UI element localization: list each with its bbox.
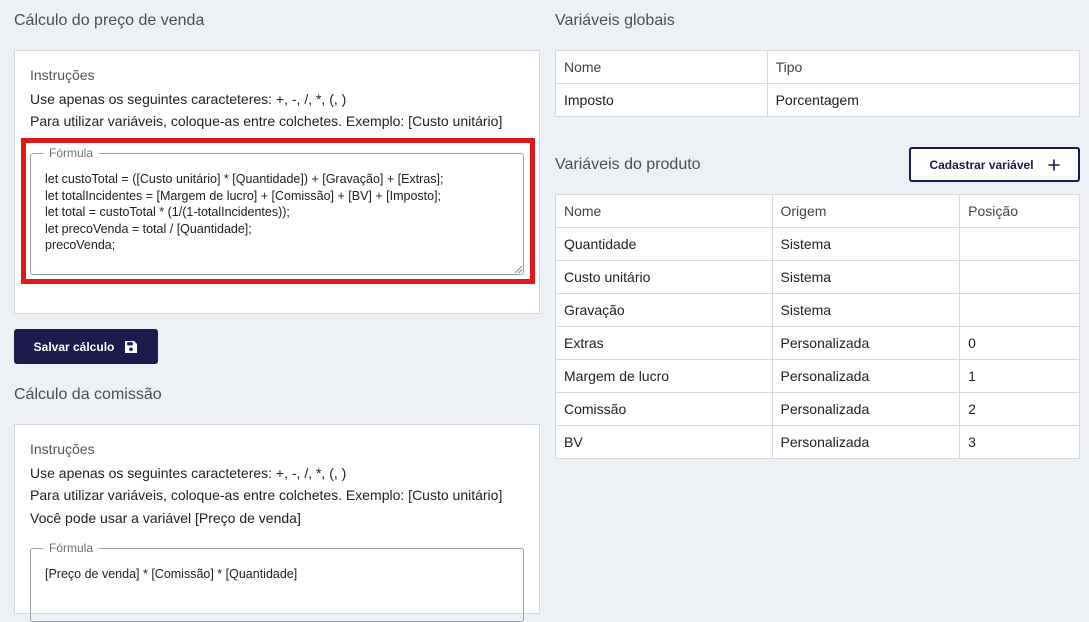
table-cell: Quantidade	[555, 227, 773, 261]
product-variables-table: Nome Origem Posição Quantidade Sistema C…	[555, 194, 1080, 459]
table-cell: Personalizada	[771, 392, 961, 426]
commission-formula-input[interactable]	[45, 566, 517, 617]
table-row: BV Personalizada 3	[555, 425, 1080, 459]
add-variable-label: Cadastrar variável	[929, 157, 1034, 172]
table-cell: 2	[959, 392, 1080, 426]
save-calculation-label: Salvar cálculo	[33, 339, 115, 354]
global-variables-table: Nome Tipo Imposto Porcentagem	[555, 50, 1081, 117]
table-row: Extras Personalizada 0	[555, 326, 1080, 360]
table-cell: Personalizada	[771, 326, 961, 360]
table-cell: Porcentagem	[766, 83, 1081, 117]
save-calculation-button[interactable]: Salvar cálculo	[14, 329, 158, 364]
global-variables-title: Variáveis globais	[555, 12, 675, 29]
table-cell: Custo unitário	[555, 260, 773, 294]
product-variables-title: Variáveis do produto	[555, 156, 701, 173]
table-cell: 0	[959, 326, 1080, 360]
column-header: Tipo	[766, 50, 1081, 84]
sale-price-instructions-title: Instruções	[30, 67, 95, 83]
sale-price-instruction-line: Use apenas os seguintes caracteteres: +,…	[30, 91, 347, 107]
column-header: Nome	[555, 194, 773, 228]
table-cell	[959, 227, 1080, 261]
sale-price-formula-input[interactable]	[45, 171, 517, 270]
table-cell: Sistema	[771, 260, 961, 294]
commission-instruction-line: Para utilizar variáveis, coloque-as entr…	[30, 487, 503, 503]
sale-price-formula-label: Fórmula	[49, 146, 94, 160]
sale-price-title: Cálculo do preço de venda	[14, 12, 205, 29]
table-cell	[959, 293, 1080, 327]
plus-icon	[1048, 159, 1060, 170]
table-cell: Personalizada	[771, 359, 961, 393]
column-header: Nome	[555, 50, 768, 84]
table-cell: 3	[959, 425, 1080, 459]
add-variable-button[interactable]: Cadastrar variável	[909, 147, 1080, 182]
table-row: Custo unitário Sistema	[555, 260, 1080, 294]
table-cell: Imposto	[555, 83, 768, 117]
floppy-disk-icon	[125, 340, 138, 353]
sale-price-formula-field: Fórmula	[30, 147, 524, 275]
column-header: Origem	[771, 194, 961, 228]
table-cell: Personalizada	[771, 425, 961, 459]
commission-instruction-line: Você pode usar a variável [Preço de vend…	[30, 510, 301, 526]
table-row: Margem de lucro Personalizada 1	[555, 359, 1080, 393]
table-row: Comissão Personalizada 2	[555, 392, 1080, 426]
sale-price-instruction-line: Para utilizar variáveis, coloque-as entr…	[30, 113, 503, 129]
table-cell: Margem de lucro	[555, 359, 773, 393]
table-cell	[959, 260, 1080, 294]
table-row: Gravação Sistema	[555, 293, 1080, 327]
resize-grip-icon[interactable]	[515, 266, 522, 273]
column-header: Posição	[959, 194, 1080, 228]
table-cell: Extras	[555, 326, 773, 360]
table-cell: 1	[959, 359, 1080, 393]
commission-title: Cálculo da comissão	[14, 386, 162, 403]
commission-instruction-line: Use apenas os seguintes caracteteres: +,…	[30, 465, 347, 481]
table-cell: Sistema	[771, 293, 961, 327]
table-cell: Comissão	[555, 392, 773, 426]
sale-price-card: Instruções Use apenas os seguintes carac…	[14, 50, 540, 314]
commission-formula-field: Fórmula	[30, 542, 524, 622]
table-row: Quantidade Sistema	[555, 227, 1080, 261]
table-cell: Sistema	[771, 227, 961, 261]
table-cell: Gravação	[555, 293, 773, 327]
commission-instructions-title: Instruções	[30, 441, 95, 457]
table-cell: BV	[555, 425, 773, 459]
table-row: Imposto Porcentagem	[555, 83, 1081, 117]
table-header-row: Nome Tipo	[555, 50, 1081, 84]
commission-formula-label: Fórmula	[49, 541, 94, 555]
table-header-row: Nome Origem Posição	[555, 194, 1080, 228]
commission-card: Instruções Use apenas os seguintes carac…	[14, 424, 540, 622]
